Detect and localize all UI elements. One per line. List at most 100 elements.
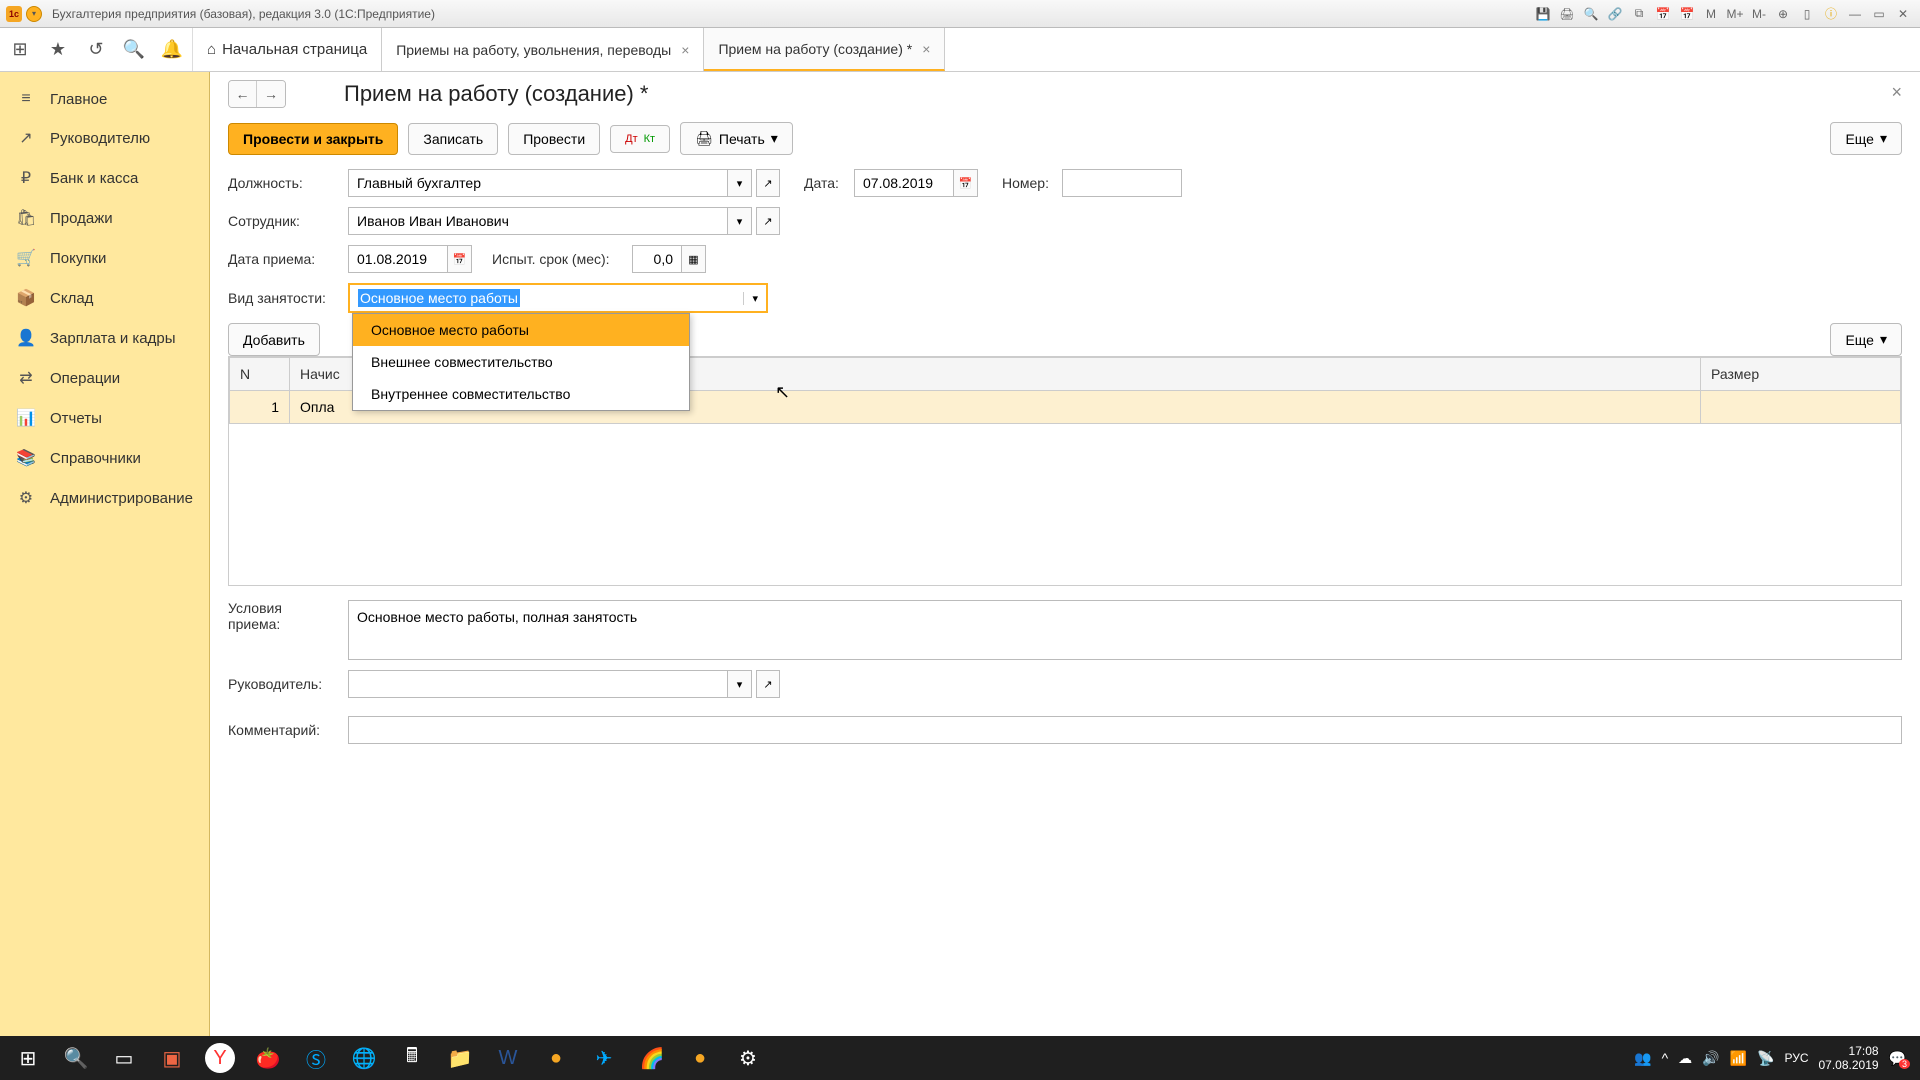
tray-clock[interactable]: 17:08 07.08.2019 xyxy=(1819,1044,1879,1073)
sidebar-item-salary[interactable]: 👤Зарплата и кадры xyxy=(0,318,209,358)
taskbar-app-powerpoint[interactable]: ▣ xyxy=(148,1038,196,1078)
more-button[interactable]: Еще ▾ xyxy=(1830,122,1902,155)
add-row-button[interactable]: Добавить xyxy=(228,323,320,356)
close-page-icon[interactable]: × xyxy=(1891,82,1902,103)
toolbar-copy-icon[interactable]: ⧉ xyxy=(1628,4,1650,24)
toolbar-m-icon[interactable]: M xyxy=(1700,4,1722,24)
employment-type-dropdown[interactable]: Основное место работы ▾ Основное место р… xyxy=(348,283,768,313)
probation-input[interactable] xyxy=(632,245,682,273)
sidebar-item-sales[interactable]: 🛍Продажи xyxy=(0,198,209,238)
chevron-down-icon[interactable]: ▾ xyxy=(743,292,758,305)
nav-forward[interactable]: → xyxy=(257,81,285,107)
number-input[interactable] xyxy=(1062,169,1182,197)
taskbar-app-chrome[interactable]: 🌈 xyxy=(628,1038,676,1078)
app-menu-dropdown[interactable]: ▾ xyxy=(26,6,42,22)
task-view[interactable]: ▭ xyxy=(100,1038,148,1078)
tray-people-icon[interactable]: 👥 xyxy=(1634,1050,1651,1067)
toolbar-info-icon[interactable]: ⓘ xyxy=(1820,4,1842,24)
sidebar-item-main[interactable]: ≡Главное xyxy=(0,80,209,118)
notifications-icon[interactable]: 🔔 xyxy=(160,38,184,62)
dropdown-option-main[interactable]: Основное место работы xyxy=(353,314,689,346)
print-button[interactable]: 🖨Печать▾ xyxy=(680,122,793,155)
toolbar-save-icon[interactable]: 💾 xyxy=(1532,4,1554,24)
sidebar-item-reports[interactable]: 📊Отчеты xyxy=(0,398,209,438)
taskbar-search[interactable]: 🔍 xyxy=(52,1038,100,1078)
taskbar-app-tomato[interactable]: 🍅 xyxy=(244,1038,292,1078)
tab-reception-create[interactable]: Прием на работу (создание) * × xyxy=(704,28,945,71)
toolbar-print-icon[interactable]: 🖨 xyxy=(1556,4,1578,24)
tray-lang[interactable]: РУС xyxy=(1784,1051,1808,1065)
manager-input[interactable] xyxy=(348,670,728,698)
conditions-input[interactable] xyxy=(348,600,1902,660)
favorite-icon[interactable]: ★ xyxy=(46,38,70,62)
taskbar-app-calc[interactable]: 🖩 xyxy=(388,1038,436,1078)
dtkt-button[interactable]: ДтКт xyxy=(610,125,670,153)
start-button[interactable]: ⊞ xyxy=(4,1038,52,1078)
dropdown-icon[interactable]: ▾ xyxy=(728,207,752,235)
sidebar-item-label: Справочники xyxy=(50,450,141,467)
submit-button[interactable]: Провести xyxy=(508,123,600,155)
tray-up-icon[interactable]: ^ xyxy=(1662,1050,1669,1066)
tray-speaker-icon[interactable]: 🔊 xyxy=(1702,1050,1719,1067)
dropdown-icon[interactable]: ▾ xyxy=(728,169,752,197)
toolbar-mminus-icon[interactable]: M- xyxy=(1748,4,1770,24)
date-input[interactable] xyxy=(854,169,954,197)
open-icon[interactable]: ↗ xyxy=(756,207,780,235)
tray-notifications-icon[interactable]: 💬3 xyxy=(1889,1050,1906,1067)
comment-input[interactable] xyxy=(348,716,1902,744)
calendar-icon[interactable]: 📅 xyxy=(954,169,978,197)
taskbar-app-1c2[interactable]: ● xyxy=(676,1038,724,1078)
taskbar-app-1c[interactable]: ● xyxy=(532,1038,580,1078)
save-button[interactable]: Записать xyxy=(408,123,498,155)
dropdown-icon[interactable]: ▾ xyxy=(728,670,752,698)
close-icon[interactable]: × xyxy=(922,41,930,57)
window-close[interactable]: ✕ xyxy=(1892,4,1914,24)
taskbar-app-yandex[interactable]: Y xyxy=(205,1043,235,1073)
position-input[interactable] xyxy=(348,169,728,197)
apps-icon[interactable]: ⊞ xyxy=(8,38,32,62)
tray-network-icon[interactable]: 📡 xyxy=(1757,1050,1774,1067)
toolbar-calendar2-icon[interactable]: 📅 xyxy=(1676,4,1698,24)
table-more-button[interactable]: Еще ▾ xyxy=(1830,323,1902,356)
sidebar-item-bank[interactable]: ₽Банк и касса xyxy=(0,158,209,198)
close-icon[interactable]: × xyxy=(681,42,689,58)
toolbar-search-icon[interactable]: 🔍 xyxy=(1580,4,1602,24)
dropdown-option-internal[interactable]: Внутреннее совместительство xyxy=(353,378,689,410)
toolbar-calendar-icon[interactable]: 📅 xyxy=(1652,4,1674,24)
toolbar-mplus-icon[interactable]: M+ xyxy=(1724,4,1746,24)
sidebar-item-admin[interactable]: ⚙Администрирование xyxy=(0,478,209,518)
taskbar-app-explorer[interactable]: 📁 xyxy=(436,1038,484,1078)
taskbar-app-telegram[interactable]: ✈ xyxy=(580,1038,628,1078)
taskbar-app-skype[interactable]: Ⓢ xyxy=(292,1038,340,1078)
taskbar-app-word[interactable]: W xyxy=(484,1038,532,1078)
sidebar-item-purchases[interactable]: 🛒Покупки xyxy=(0,238,209,278)
calendar-icon[interactable]: 📅 xyxy=(448,245,472,273)
window-maximize[interactable]: ▭ xyxy=(1868,4,1890,24)
search-icon[interactable]: 🔍 xyxy=(122,38,146,62)
taskbar-app-settings[interactable]: ⚙ xyxy=(724,1038,772,1078)
tab-receptions-list[interactable]: Приемы на работу, увольнения, переводы × xyxy=(382,28,704,71)
window-minimize[interactable]: — xyxy=(1844,4,1866,24)
sidebar-item-references[interactable]: 📚Справочники xyxy=(0,438,209,478)
tab-home[interactable]: ⌂ Начальная страница xyxy=(193,28,382,71)
sidebar-item-operations[interactable]: ⇄Операции xyxy=(0,358,209,398)
tray-wifi-icon[interactable]: 📶 xyxy=(1730,1050,1747,1067)
sidebar-item-manager[interactable]: ↗Руководителю xyxy=(0,118,209,158)
open-icon[interactable]: ↗ xyxy=(756,670,780,698)
col-size[interactable]: Размер xyxy=(1701,358,1901,391)
taskbar-app-firefox[interactable]: 🌐 xyxy=(340,1038,388,1078)
toolbar-zoom-icon[interactable]: ⊕ xyxy=(1772,4,1794,24)
toolbar-link-icon[interactable]: 🔗 xyxy=(1604,4,1626,24)
nav-back[interactable]: ← xyxy=(229,81,257,107)
toolbar-panel-icon[interactable]: ▯ xyxy=(1796,4,1818,24)
col-n[interactable]: N xyxy=(230,358,290,391)
employee-input[interactable] xyxy=(348,207,728,235)
dropdown-option-external[interactable]: Внешнее совместительство xyxy=(353,346,689,378)
tray-onedrive-icon[interactable]: ☁ xyxy=(1678,1050,1692,1067)
open-icon[interactable]: ↗ xyxy=(756,169,780,197)
history-icon[interactable]: ↺ xyxy=(84,38,108,62)
sidebar-item-warehouse[interactable]: 📦Склад xyxy=(0,278,209,318)
submit-close-button[interactable]: Провести и закрыть xyxy=(228,123,398,155)
calc-icon[interactable]: ▦ xyxy=(682,245,706,273)
hire-date-input[interactable] xyxy=(348,245,448,273)
